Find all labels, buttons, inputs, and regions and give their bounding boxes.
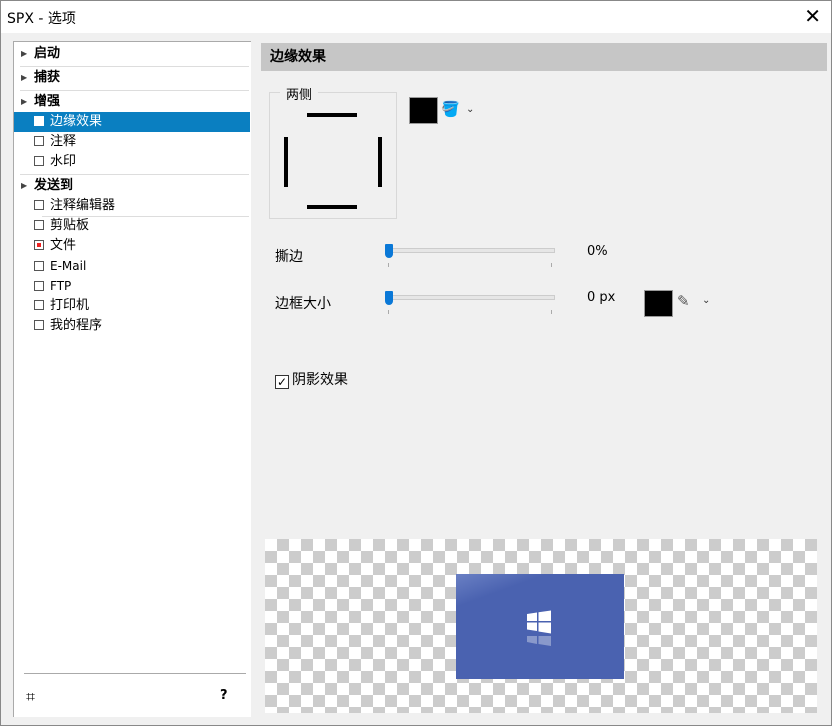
- bottom-side-toggle[interactable]: [307, 205, 357, 209]
- checkbox[interactable]: [34, 136, 44, 146]
- checkbox[interactable]: [34, 261, 44, 271]
- sidebar: ▶ 启动 ▶ 捕获 ▶ 增强 边缘效果 注释 水印 ▶ 发送到 注释编辑器 剪贴板 文件…: [13, 41, 251, 717]
- sidebar-group-enhance[interactable]: ▶ 增强: [14, 92, 250, 112]
- border-size-slider[interactable]: [385, 291, 555, 314]
- sides-group: 两侧: [269, 84, 397, 219]
- checkbox[interactable]: [34, 200, 44, 210]
- group-label: 发送到: [34, 178, 74, 193]
- paint-bucket-icon[interactable]: 🪣: [441, 100, 460, 118]
- item-label: 剪贴板: [50, 218, 90, 233]
- checkmark-icon: ✓: [275, 375, 289, 389]
- pencil-icon[interactable]: ✎: [677, 292, 690, 310]
- sidebar-item-ftp[interactable]: FTP: [14, 276, 250, 296]
- item-label: 文件: [50, 238, 77, 253]
- sidebar-group-send-to[interactable]: ▶ 发送到: [14, 176, 250, 196]
- border-size-value: 0 px: [587, 290, 616, 305]
- torn-edge-value: 0%: [587, 244, 608, 259]
- sidebar-item-watermark[interactable]: 水印: [14, 152, 250, 172]
- divider: [20, 174, 249, 175]
- sidebar-group-startup[interactable]: ▶ 启动: [14, 44, 250, 64]
- torn-edge-slider[interactable]: [385, 244, 555, 267]
- top-side-toggle[interactable]: [307, 113, 357, 117]
- checkbox[interactable]: [34, 156, 44, 166]
- preview-image: [456, 574, 624, 679]
- item-label: 边缘效果: [50, 114, 103, 129]
- expand-icon: ▶: [21, 49, 28, 58]
- item-label: 注释编辑器: [50, 198, 116, 213]
- sides-label: 两侧: [280, 84, 319, 103]
- checkbox[interactable]: [34, 300, 44, 310]
- border-color-swatch[interactable]: [644, 290, 673, 317]
- group-label: 启动: [34, 46, 61, 61]
- border-size-label: 边框大小: [275, 296, 331, 312]
- sidebar-item-my-program[interactable]: 我的程序: [14, 316, 250, 336]
- panel-title: 边缘效果: [261, 43, 827, 71]
- divider: [20, 90, 249, 91]
- preview-area: [265, 539, 817, 713]
- torn-edge-label: 撕边: [275, 249, 303, 265]
- group-label: 捕获: [34, 70, 61, 85]
- expand-icon: ▶: [21, 181, 28, 190]
- fill-color-swatch[interactable]: [409, 97, 438, 124]
- sidebar-item-email[interactable]: E-Mail: [14, 256, 250, 276]
- shadow-checkbox[interactable]: ✓ 阴影效果: [275, 369, 348, 389]
- divider: [24, 673, 246, 674]
- divider: [20, 66, 249, 67]
- chevron-down-icon[interactable]: ⌄: [466, 104, 474, 115]
- chevron-down-icon[interactable]: ⌄: [702, 295, 710, 306]
- shadow-label: 阴影效果: [292, 372, 348, 388]
- checkbox[interactable]: [34, 320, 44, 330]
- checkbox[interactable]: [34, 240, 44, 250]
- right-side-toggle[interactable]: [378, 137, 382, 187]
- sidebar-item-printer[interactable]: 打印机: [14, 296, 250, 316]
- title-bar: SPX - 选项 ✕: [1, 1, 831, 33]
- group-label: 增强: [34, 94, 61, 109]
- item-label: 注释: [50, 134, 77, 149]
- sidebar-group-capture[interactable]: ▶ 捕获: [14, 68, 250, 88]
- sidebar-item-edge-effect[interactable]: 边缘效果: [14, 112, 250, 132]
- sidebar-item-annotation[interactable]: 注释: [14, 132, 250, 152]
- left-side-toggle[interactable]: [284, 137, 288, 187]
- item-label: 我的程序: [50, 318, 103, 333]
- window-title: SPX - 选项: [7, 11, 76, 27]
- item-label: 打印机: [50, 298, 90, 313]
- item-label: 水印: [50, 154, 77, 169]
- help-button[interactable]: ?: [220, 688, 228, 703]
- sidebar-item-file[interactable]: 文件: [14, 236, 250, 256]
- crop-icon[interactable]: ⌗: [26, 687, 35, 707]
- checkbox[interactable]: [34, 281, 44, 291]
- close-button[interactable]: ✕: [804, 4, 821, 28]
- item-label: E-Mail: [50, 259, 87, 273]
- expand-icon: ▶: [21, 73, 28, 82]
- checkbox[interactable]: [34, 116, 44, 126]
- logo-reflection: [527, 636, 551, 646]
- windows-logo-icon: [527, 610, 551, 634]
- expand-icon: ▶: [21, 97, 28, 106]
- item-label: FTP: [50, 279, 72, 293]
- sidebar-item-clipboard[interactable]: 剪贴板: [14, 216, 250, 236]
- checkbox[interactable]: [34, 220, 44, 230]
- sidebar-item-annotation-editor[interactable]: 注释编辑器: [14, 196, 250, 216]
